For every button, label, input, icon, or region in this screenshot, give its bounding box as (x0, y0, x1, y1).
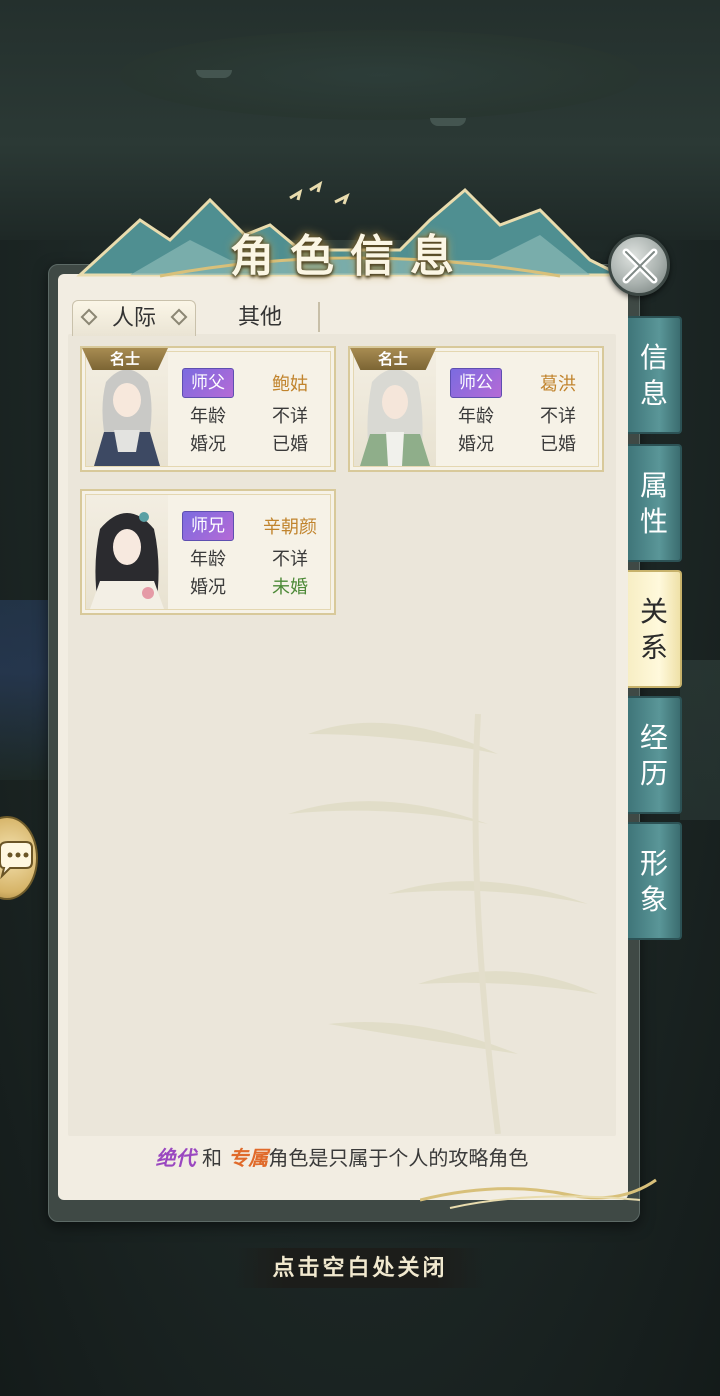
role-badge: 师公 (450, 368, 502, 398)
marital-label: 婚况 (190, 577, 226, 598)
side-tab-char: 历 (639, 757, 668, 790)
side-tab-char: 形 (639, 847, 668, 880)
note-highlight-peerless: 绝代 (155, 1146, 196, 1170)
side-tab-char: 信 (639, 341, 668, 374)
page-title: 角色信息 (230, 231, 470, 282)
background-scene-left (0, 600, 50, 780)
fame-tag: 名士 (82, 348, 168, 370)
side-tab-char: 象 (639, 883, 668, 916)
close-icon (622, 248, 658, 284)
character-name: 辛朝颜 (263, 517, 317, 538)
side-tab-char: 系 (639, 631, 668, 664)
relation-card[interactable]: 名士 师公 葛洪 年龄 不详 婚况 已婚 (348, 346, 604, 472)
boat-decoration (430, 118, 466, 126)
tab-divider (318, 302, 320, 332)
marital-label: 婚况 (458, 434, 494, 455)
side-tab-char: 息 (639, 377, 668, 410)
character-name: 葛洪 (540, 374, 576, 395)
note-highlight-exclusive: 专属 (228, 1146, 269, 1170)
side-tab-char: 属 (639, 469, 668, 502)
age-value: 不详 (540, 406, 576, 427)
close-hint[interactable]: 点击空白处关闭 (234, 1248, 486, 1288)
tab-label: 人际 (111, 306, 156, 331)
character-portrait-icon (90, 512, 164, 609)
side-tab-attributes[interactable]: 属 性 (628, 444, 682, 562)
note-text: 和 (195, 1146, 229, 1170)
age-label: 年龄 (190, 406, 226, 427)
marital-value: 已婚 (540, 434, 576, 455)
side-tab-info[interactable]: 信 息 (628, 316, 682, 434)
tab-other[interactable]: 其他 (198, 300, 322, 336)
role-badge: 师父 (182, 368, 234, 398)
side-tab-char: 关 (639, 595, 668, 628)
bamboo-watermark-icon (288, 713, 598, 1134)
relation-card[interactable]: 名士 师父 鲍姑 年龄 不详 婚况 已婚 (80, 346, 336, 472)
diamond-icon (170, 308, 188, 326)
title-banner: 角色信息 (70, 180, 630, 290)
role-badge: 师兄 (182, 511, 234, 541)
scroll-decoration-icon (420, 1178, 657, 1209)
fame-tag: 名士 (350, 348, 436, 370)
age-label: 年龄 (458, 406, 494, 427)
age-value: 不详 (272, 549, 308, 570)
age-value: 不详 (272, 406, 308, 427)
side-tab-relations[interactable]: 关 系 (628, 570, 682, 688)
background-scene-right (680, 660, 720, 820)
boat-decoration (196, 70, 232, 78)
chat-button[interactable] (0, 816, 38, 900)
tab-relations[interactable]: 人际 (72, 300, 196, 336)
chat-icon (0, 841, 33, 880)
diamond-icon (80, 308, 98, 326)
marital-label: 婚况 (190, 434, 226, 455)
marital-value: 已婚 (272, 434, 308, 455)
close-button[interactable] (608, 234, 670, 296)
character-portrait (86, 495, 168, 609)
age-label: 年龄 (190, 549, 226, 570)
relation-card[interactable]: 师兄 辛朝颜 年龄 不详 婚况 未婚 (80, 489, 336, 615)
marital-value: 未婚 (272, 577, 308, 598)
side-tab-appearance[interactable]: 形 象 (628, 822, 682, 940)
character-name: 鲍姑 (272, 374, 308, 395)
side-tab-char: 性 (639, 505, 668, 538)
side-tab-history[interactable]: 经 历 (628, 696, 682, 814)
tab-label: 其他 (237, 305, 282, 330)
side-tab-char: 经 (639, 721, 668, 754)
